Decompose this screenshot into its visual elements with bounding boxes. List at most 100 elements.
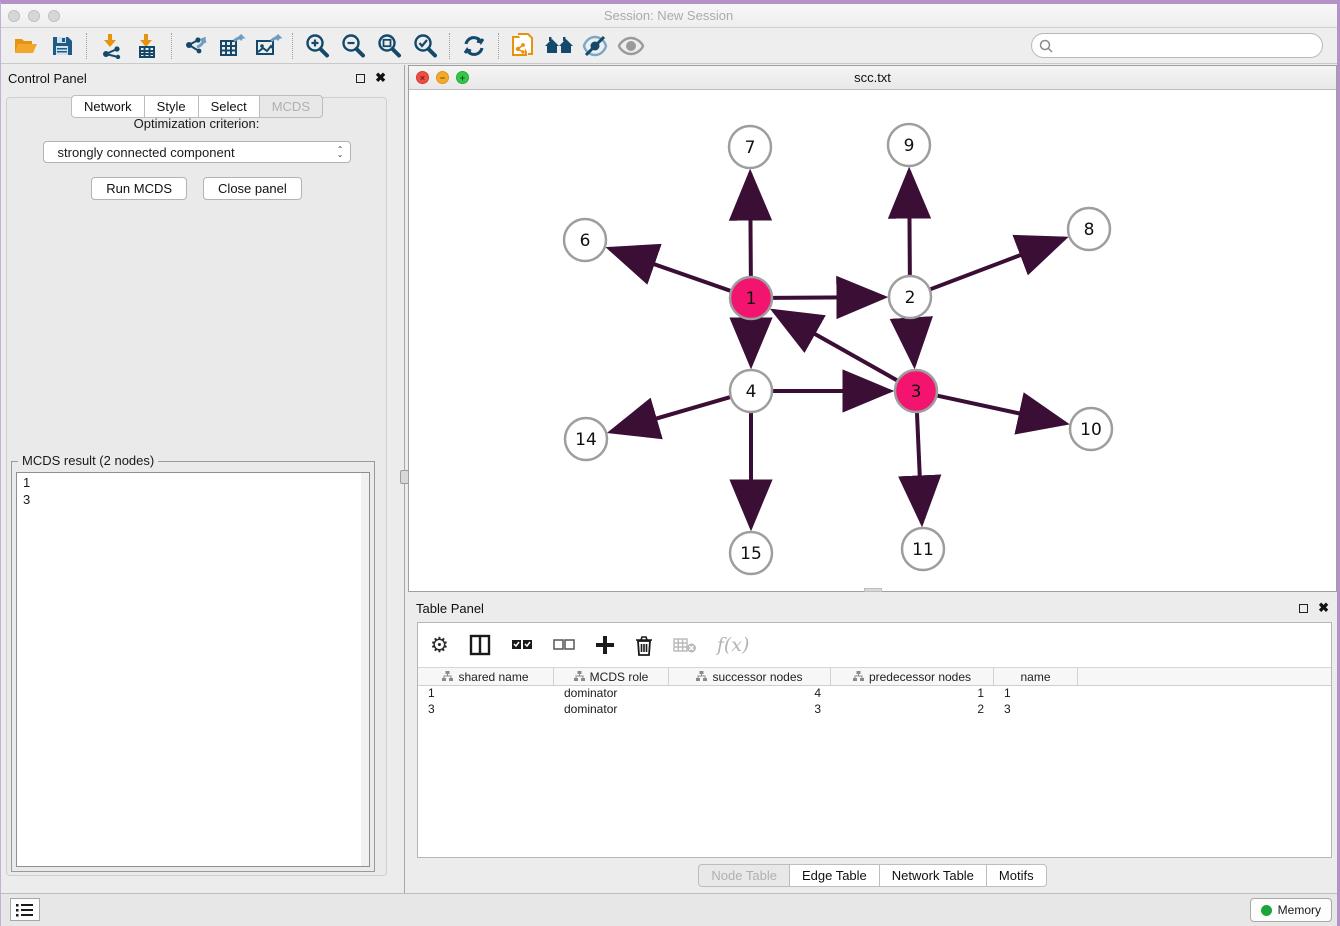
tab-network[interactable]: Network bbox=[71, 95, 144, 118]
close-table-panel-icon[interactable]: ✖ bbox=[1318, 600, 1329, 616]
edge-3-11[interactable] bbox=[917, 413, 922, 523]
criterion-value: strongly connected component bbox=[58, 145, 337, 160]
search-input[interactable] bbox=[1058, 38, 1322, 53]
refresh-layout-icon[interactable] bbox=[456, 31, 492, 61]
mcds-result-group: MCDS result (2 nodes) 1 3 bbox=[11, 461, 375, 872]
edge-4-14[interactable] bbox=[611, 397, 730, 432]
table-row[interactable]: 1dominator411 bbox=[418, 686, 1331, 702]
panel-splitter[interactable] bbox=[394, 65, 408, 893]
edge-1-7[interactable] bbox=[750, 173, 751, 276]
toolbar-separator bbox=[86, 33, 87, 59]
open-folder-icon[interactable] bbox=[8, 31, 44, 61]
zoom-in-icon[interactable] bbox=[299, 31, 335, 61]
tab-edge-table[interactable]: Edge Table bbox=[789, 864, 879, 887]
network-title: scc.txt bbox=[409, 70, 1336, 85]
tab-node-table[interactable]: Node Table bbox=[698, 864, 789, 887]
status-bar: Memory bbox=[0, 893, 1340, 926]
edge-2-3[interactable] bbox=[911, 319, 914, 365]
criterion-select[interactable]: strongly connected component ⌃⌄ bbox=[43, 141, 351, 163]
list-icon bbox=[16, 903, 34, 917]
run-mcds-button[interactable]: Run MCDS bbox=[91, 177, 187, 200]
node-label-1: 1 bbox=[746, 289, 757, 309]
tab-mcds[interactable]: MCDS bbox=[259, 95, 323, 118]
gear-icon[interactable]: ⚙ bbox=[430, 633, 449, 658]
toolbar-separator bbox=[498, 33, 499, 59]
control-panel-tabs: NetworkStyleSelectMCDS bbox=[0, 95, 394, 118]
tab-select[interactable]: Select bbox=[198, 95, 259, 118]
zoom-fit-icon[interactable] bbox=[371, 31, 407, 61]
column-view-icon[interactable] bbox=[469, 634, 491, 656]
export-network-icon[interactable] bbox=[178, 31, 214, 61]
cell-predecessor-nodes[interactable]: 2 bbox=[831, 702, 994, 718]
edge-3-1[interactable] bbox=[774, 311, 897, 380]
table-row[interactable]: 3dominator323 bbox=[418, 702, 1331, 718]
node-label-9: 9 bbox=[904, 136, 915, 156]
clone-network-icon[interactable] bbox=[505, 31, 541, 61]
node-label-2: 2 bbox=[905, 288, 916, 308]
column-header-name[interactable]: name bbox=[994, 668, 1078, 685]
cell-predecessor-nodes[interactable]: 1 bbox=[831, 686, 994, 702]
network-graph[interactable]: 7968124314101511 bbox=[409, 90, 1336, 591]
export-image-icon[interactable] bbox=[250, 31, 286, 61]
column-header-successor-nodes[interactable]: successor nodes bbox=[669, 668, 831, 685]
hierarchy-icon bbox=[696, 671, 707, 682]
import-network-icon[interactable] bbox=[93, 31, 129, 61]
float-panel-icon[interactable] bbox=[356, 74, 365, 83]
table-rows: 1dominator4113dominator323 bbox=[418, 686, 1331, 718]
optimization-criterion-label: Optimization criterion: bbox=[7, 116, 386, 131]
float-table-panel-icon[interactable] bbox=[1299, 604, 1308, 613]
edge-2-8[interactable] bbox=[931, 238, 1065, 289]
column-header-MCDS-role[interactable]: MCDS role bbox=[554, 668, 669, 685]
memory-button[interactable]: Memory bbox=[1250, 898, 1332, 922]
node-label-7: 7 bbox=[745, 138, 756, 158]
tab-motifs[interactable]: Motifs bbox=[986, 864, 1047, 887]
cell-MCDS-role[interactable]: dominator bbox=[554, 686, 669, 702]
cell-MCDS-role[interactable]: dominator bbox=[554, 702, 669, 718]
cell-shared-name[interactable]: 3 bbox=[418, 702, 554, 718]
network-resize-grip[interactable] bbox=[864, 588, 882, 592]
node-label-6: 6 bbox=[580, 231, 591, 251]
show-graphics-details-icon bbox=[613, 31, 649, 61]
mcds-panel: Optimization criterion: strongly connect… bbox=[6, 97, 387, 876]
add-column-icon[interactable] bbox=[595, 635, 615, 655]
hierarchy-icon bbox=[853, 671, 864, 682]
edge-3-10[interactable] bbox=[937, 396, 1065, 424]
node-label-8: 8 bbox=[1084, 220, 1095, 240]
task-history-button[interactable] bbox=[10, 898, 40, 921]
save-icon[interactable] bbox=[44, 31, 80, 61]
search-field[interactable] bbox=[1031, 33, 1323, 58]
cell-name[interactable]: 1 bbox=[994, 686, 1078, 702]
cell-successor-nodes[interactable]: 3 bbox=[669, 702, 831, 718]
zoom-selected-icon[interactable] bbox=[407, 31, 443, 61]
export-table-icon[interactable] bbox=[214, 31, 250, 61]
node-label-3: 3 bbox=[911, 382, 922, 402]
import-table-icon[interactable] bbox=[129, 31, 165, 61]
tab-style[interactable]: Style bbox=[144, 95, 198, 118]
chevron-updown-icon: ⌃⌄ bbox=[337, 147, 344, 157]
main-toolbar bbox=[0, 28, 1337, 64]
mcds-result-text[interactable]: 1 3 bbox=[16, 472, 370, 867]
close-panel-button[interactable]: Close panel bbox=[203, 177, 302, 200]
network-window: × − + scc.txt 7968124314101511 bbox=[408, 65, 1337, 592]
table-tabs: Node TableEdge TableNetwork TableMotifs bbox=[408, 864, 1337, 887]
network-canvas[interactable]: 7968124314101511 bbox=[409, 90, 1336, 591]
column-header-predecessor-nodes[interactable]: predecessor nodes bbox=[831, 668, 994, 685]
edge-1-2[interactable] bbox=[773, 297, 884, 298]
deselect-all-icon[interactable] bbox=[553, 638, 575, 652]
edge-2-9[interactable] bbox=[909, 171, 910, 275]
cell-shared-name[interactable]: 1 bbox=[418, 686, 554, 702]
select-all-icon[interactable] bbox=[511, 638, 533, 652]
edge-1-6[interactable] bbox=[610, 249, 731, 291]
toolbar-separator bbox=[292, 33, 293, 59]
cell-name[interactable]: 3 bbox=[994, 702, 1078, 718]
cell-successor-nodes[interactable]: 4 bbox=[669, 686, 831, 702]
close-panel-icon[interactable]: ✖ bbox=[375, 70, 386, 86]
hide-graphics-details-icon[interactable] bbox=[577, 31, 613, 61]
delete-column-icon[interactable] bbox=[635, 635, 653, 656]
toolbar-separator bbox=[171, 33, 172, 59]
result-scrollbar[interactable] bbox=[361, 473, 369, 866]
home-icon[interactable] bbox=[541, 31, 577, 61]
tab-network-table[interactable]: Network Table bbox=[879, 864, 986, 887]
zoom-out-icon[interactable] bbox=[335, 31, 371, 61]
column-header-shared-name[interactable]: shared name bbox=[418, 668, 554, 685]
